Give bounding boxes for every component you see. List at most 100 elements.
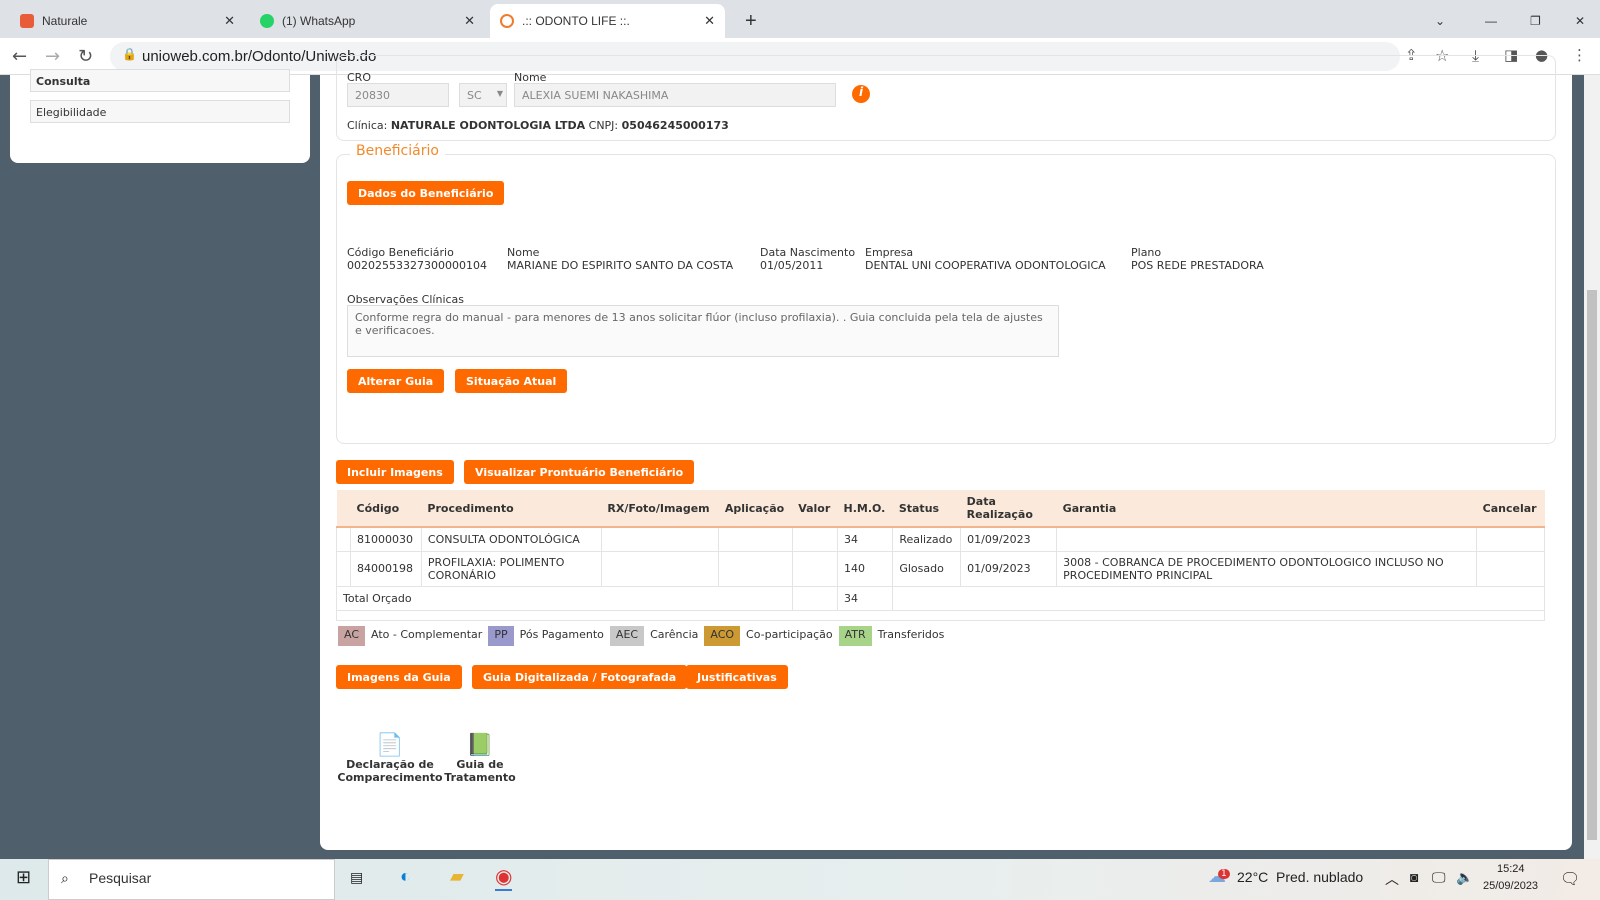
close-tab-icon[interactable]: ✕	[224, 13, 235, 29]
naturale-favicon-icon	[20, 14, 34, 28]
cell-garantia: 3008 - COBRANCA DE PROCEDIMENTO ODONTOLO…	[1056, 550, 1478, 587]
th-cancelar: Cancelar	[1476, 490, 1545, 528]
chrome-icon[interactable]: ◉	[495, 864, 513, 891]
close-window-button[interactable]: ✕	[1565, 4, 1595, 38]
declaracao-comparecimento-link[interactable]: 📄 Declaração de Comparecimento	[336, 733, 444, 784]
th-status: Status	[892, 490, 961, 528]
field-label: Data Nascimento	[760, 246, 856, 259]
field-value: 01/05/2011	[760, 259, 824, 272]
obs-textarea[interactable]: Conforme regra do manual - para menores …	[347, 305, 1059, 357]
clinica-line: Clínica: NATURALE ODONTOLOGIA LTDA CNPJ:…	[347, 119, 729, 132]
clock-date[interactable]: 25/09/2023	[1483, 880, 1538, 892]
th-rx: RX/Foto/Imagem	[601, 490, 719, 528]
dados-beneficiario-button[interactable]: Dados do Beneficiário	[347, 181, 505, 205]
weather-temp: 22°C	[1237, 869, 1269, 885]
field-value: POS REDE PRESTADORA	[1131, 259, 1264, 272]
incluir-imagens-button[interactable]: Incluir Imagens	[336, 460, 454, 484]
back-icon[interactable]: ←	[12, 46, 27, 67]
beneficiario-legend: Beneficiário	[350, 143, 445, 159]
doc-label: Guia de Tratamento	[444, 758, 516, 784]
cell-hmo: 140	[837, 550, 894, 587]
tab-naturale[interactable]: Naturale ✕	[10, 4, 245, 38]
field-label: Código Beneficiário	[347, 246, 454, 259]
taskbar-search[interactable]: ⌕ Pesquisar	[48, 859, 335, 900]
new-tab-button[interactable]: +	[735, 4, 767, 38]
field-empresa: Empresa DENTAL UNI COOPERATIVA ODONTOLOGI…	[865, 246, 1106, 272]
field-plano: Plano POS REDE PRESTADORA	[1131, 246, 1264, 272]
cell-codigo: 84000198	[350, 550, 422, 587]
search-icon: ⌕	[61, 870, 69, 886]
file-explorer-icon[interactable]: ▰	[450, 866, 464, 887]
tray-chevron-icon[interactable]: ︿	[1385, 869, 1399, 889]
scrollbar-thumb[interactable]	[1587, 290, 1597, 840]
tab-whatsapp[interactable]: (1) WhatsApp ✕	[250, 4, 485, 38]
field-codigo: Código Beneficiário 00202553327300000104	[347, 246, 487, 272]
tab-title: Naturale	[42, 14, 88, 28]
th-hmo: H.M.O.	[837, 490, 893, 528]
volume-icon[interactable]: 🔈	[1456, 869, 1473, 886]
cell-data: 01/09/2023	[960, 526, 1058, 552]
reload-icon[interactable]: ↻	[78, 46, 93, 67]
clinica-label: Clínica:	[347, 119, 388, 132]
legend-swatch-atr: ATR	[838, 626, 872, 646]
legend-label: Carência	[650, 628, 699, 641]
edge-icon[interactable]: ◐	[400, 866, 411, 887]
notifications-icon[interactable]: 🗨	[1560, 869, 1580, 889]
justificativas-button[interactable]: Justificativas	[686, 665, 788, 689]
field-value: MARIANE DO ESPIRITO SANTO DA COSTA	[507, 259, 734, 272]
search-placeholder: Pesquisar	[89, 870, 152, 886]
task-view-icon[interactable]: ▤	[350, 869, 363, 886]
close-tab-icon[interactable]: ✕	[704, 13, 715, 29]
page-scrollbar[interactable]	[1584, 75, 1600, 859]
odonto-favicon-icon	[500, 14, 514, 28]
info-icon[interactable]: i	[852, 85, 870, 103]
total-label: Total Orçado	[336, 585, 793, 611]
field-value: DENTAL UNI COOPERATIVA ODONTOLOGICA	[865, 259, 1106, 272]
legend-label: Pós Pagamento	[519, 628, 604, 641]
restore-button[interactable]: ❐	[1520, 4, 1551, 38]
field-value: 00202553327300000104	[347, 259, 487, 272]
visualizar-prontuario-button[interactable]: Visualizar Prontuário Beneficiário	[464, 460, 695, 484]
chevron-down-icon: ▼	[496, 89, 503, 98]
cell	[336, 609, 1545, 621]
th-blank	[336, 490, 351, 528]
alterar-guia-button[interactable]: Alterar Guia	[347, 369, 445, 393]
table-row: 81000030 CONSULTA ODONTOLÓGICA 34 Realizado…	[336, 526, 1545, 552]
camera-icon[interactable]: ◙	[1410, 869, 1418, 885]
nome-input[interactable]: ALEXIA SUEMI NAKASHIMA	[514, 83, 836, 107]
cell-cancelar[interactable]	[1476, 550, 1545, 587]
cell-procedimento: CONSULTA ODONTOLÓGICA	[420, 526, 602, 552]
sidebar-item-elegibilidade[interactable]: Elegibilidade	[30, 100, 290, 123]
tab-odonto-life[interactable]: .:: ODONTO LIFE ::. ✕	[490, 4, 725, 38]
spacer-row	[336, 609, 1545, 621]
cell-garantia	[1056, 526, 1478, 552]
sidebar: Consulta Elegibilidade	[10, 69, 310, 163]
cell-aplicacao	[718, 526, 793, 552]
tab-search-icon[interactable]: ⌄	[1425, 4, 1455, 38]
cell-valor	[791, 550, 839, 587]
cro-input[interactable]: 20830	[347, 83, 449, 107]
tab-title: (1) WhatsApp	[282, 14, 356, 28]
situacao-atual-button[interactable]: Situação Atual	[455, 369, 568, 393]
legend-swatch-ac: AC	[338, 626, 366, 646]
imagens-guia-button[interactable]: Imagens da Guia	[336, 665, 462, 689]
uf-select[interactable]: SC ▼	[459, 83, 507, 107]
menu-icon[interactable]: ⋮	[1572, 46, 1587, 64]
th-valor: Valor	[792, 490, 838, 528]
procedures-table: Código Procedimento RX/Foto/Imagem Aplicaçã…	[336, 490, 1545, 621]
cell-valor	[791, 526, 839, 552]
sidebar-item-consulta[interactable]: Consulta	[30, 69, 290, 92]
network-icon[interactable]: 🖵	[1432, 869, 1446, 886]
main-panel: CRO 20830 SC ▼ Nome ALEXIA SUEMI NAKASHIM…	[320, 55, 1572, 850]
close-tab-icon[interactable]: ✕	[464, 13, 475, 29]
cell-procedimento: PROFILAXIA: POLIMENTO CORONÁRIO	[420, 550, 602, 587]
windows-start-icon[interactable]: ⊞	[16, 867, 31, 888]
cell-aplicacao	[718, 550, 793, 587]
clock-time[interactable]: 15:24	[1497, 863, 1525, 875]
guia-tratamento-link[interactable]: 📗 Guia de Tratamento	[444, 733, 516, 784]
forward-icon[interactable]: →	[45, 46, 60, 67]
th-aplicacao: Aplicação	[718, 490, 793, 528]
guia-digitalizada-button[interactable]: Guia Digitalizada / Fotografada	[472, 665, 688, 689]
minimize-button[interactable]: —	[1475, 4, 1507, 38]
cell-cancelar[interactable]	[1476, 526, 1545, 552]
